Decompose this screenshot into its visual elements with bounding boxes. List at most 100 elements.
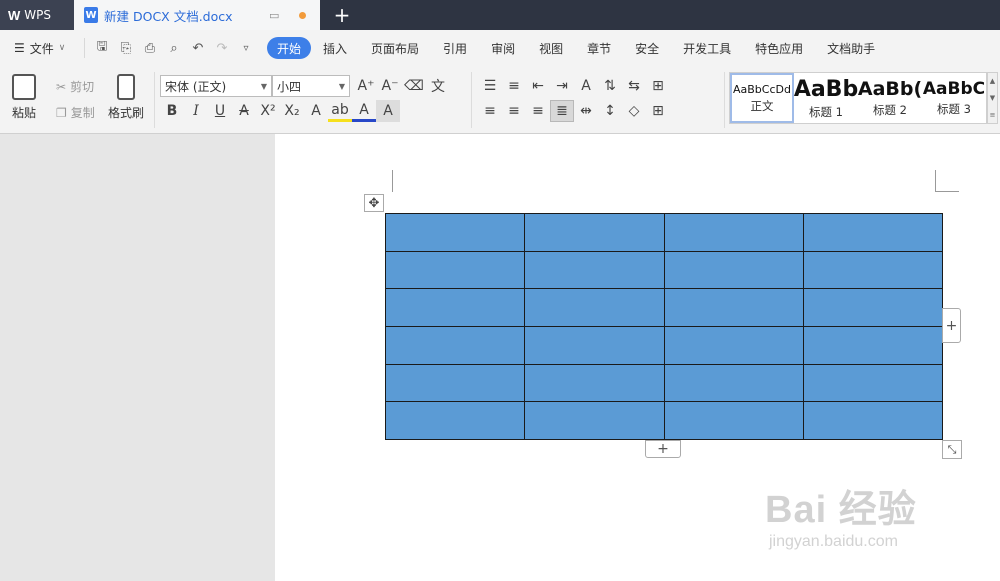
print-icon[interactable]: ⎙ xyxy=(141,41,159,56)
phonetic-guide-icon[interactable]: 文 xyxy=(426,75,450,97)
borders-icon[interactable]: ⊞ xyxy=(646,100,670,122)
table-cell[interactable] xyxy=(524,288,665,327)
line-spacing-icon[interactable]: ↕ xyxy=(598,100,622,122)
save-icon[interactable]: 🖫 xyxy=(93,37,111,59)
align-left-icon[interactable]: ≡ xyxy=(478,100,502,122)
new-tab-button[interactable]: + xyxy=(320,0,364,30)
table-cell[interactable] xyxy=(384,363,526,403)
tab-view[interactable]: 视图 xyxy=(527,37,575,59)
table-cell[interactable] xyxy=(663,401,804,440)
redo-icon[interactable]: ↷ xyxy=(213,41,231,56)
table-cell[interactable] xyxy=(663,363,804,403)
table-cell[interactable] xyxy=(663,288,804,327)
table-row xyxy=(384,363,944,403)
table-cell[interactable] xyxy=(524,363,665,403)
subscript-icon[interactable]: X₂ xyxy=(280,100,304,122)
align-center-icon[interactable]: ≡ xyxy=(502,100,526,122)
table-cell[interactable] xyxy=(663,213,804,252)
add-row-button[interactable]: + xyxy=(645,440,681,458)
style-heading-3[interactable]: AaBbC 标题 3 xyxy=(922,73,986,123)
underline-icon[interactable]: U xyxy=(208,100,232,122)
style-heading-1[interactable]: AaBb 标题 1 xyxy=(794,73,858,123)
tab-special-features[interactable]: 特色应用 xyxy=(743,37,815,59)
bullet-list-icon[interactable]: ☰ xyxy=(478,75,502,97)
table-resize-icon[interactable]: ⤡ xyxy=(942,440,962,459)
table-cell[interactable] xyxy=(802,250,944,290)
style-label: 标题 3 xyxy=(937,102,971,116)
font-color-icon[interactable]: A xyxy=(352,100,376,122)
table-cell[interactable] xyxy=(663,325,804,365)
document-tab[interactable]: W 新建 DOCX 文档.docx ▭ xyxy=(74,0,320,30)
table-cell[interactable] xyxy=(802,288,944,327)
sort-icon[interactable]: ⇅ xyxy=(598,75,622,97)
table-cell[interactable] xyxy=(663,250,804,290)
shading-icon[interactable]: ◇ xyxy=(622,100,646,122)
tab-references[interactable]: 引用 xyxy=(431,37,479,59)
tab-insert[interactable]: 插入 xyxy=(311,37,359,59)
grow-font-icon[interactable]: A⁺ xyxy=(354,75,378,97)
table-cell[interactable] xyxy=(524,325,665,365)
increase-indent-icon[interactable]: ⇥ xyxy=(550,75,574,97)
tab-security[interactable]: 安全 xyxy=(623,37,671,59)
styles-scroll[interactable]: ▲ ▼ ≡ xyxy=(987,72,998,124)
font-size-select[interactable]: 小四 ▼ xyxy=(272,75,350,97)
cut-button[interactable]: ✂ 剪切 xyxy=(56,78,94,95)
table-cell[interactable] xyxy=(802,213,944,252)
char-shading-icon[interactable]: A xyxy=(376,100,400,122)
justify-icon[interactable]: ≣ xyxy=(550,100,574,122)
strikethrough-icon[interactable]: A xyxy=(232,100,256,122)
table-cell[interactable] xyxy=(524,213,665,252)
decrease-indent-icon[interactable]: ⇤ xyxy=(526,75,550,97)
chevron-up-icon[interactable]: ▲ xyxy=(990,77,995,85)
more-icon[interactable]: ≡ xyxy=(990,111,996,119)
table-cell[interactable] xyxy=(802,401,944,440)
undo-icon[interactable]: ↶ xyxy=(189,41,207,56)
writer-doc-icon: W xyxy=(84,7,98,23)
table-row xyxy=(384,288,944,327)
tab-home[interactable]: 开始 xyxy=(267,37,312,59)
table-cell[interactable] xyxy=(384,213,526,252)
table-cell[interactable] xyxy=(384,401,526,440)
format-painter-button[interactable]: 格式刷 xyxy=(108,74,144,121)
add-column-button[interactable]: + xyxy=(942,308,961,343)
highlight-icon[interactable]: ab xyxy=(328,100,352,122)
table-cell[interactable] xyxy=(802,325,944,365)
superscript-icon[interactable]: X² xyxy=(256,100,280,122)
copy-button[interactable]: ❐ 复制 xyxy=(56,104,95,121)
italic-icon[interactable]: I xyxy=(184,100,208,122)
chinese-layout-icon[interactable]: A xyxy=(574,75,598,97)
clear-format-icon[interactable]: ⌫ xyxy=(402,75,426,97)
tab-doc-assistant[interactable]: 文档助手 xyxy=(815,37,887,59)
table-cell[interactable] xyxy=(384,288,526,327)
table-cell[interactable] xyxy=(384,325,526,365)
shrink-font-icon[interactable]: A⁻ xyxy=(378,75,402,97)
tab-page-layout[interactable]: 页面布局 xyxy=(359,37,431,59)
bold-icon[interactable]: B xyxy=(160,100,184,122)
tab-review[interactable]: 审阅 xyxy=(479,37,527,59)
file-menu-button[interactable]: ☰ 文件 ∨ xyxy=(0,40,84,57)
wps-home-tab[interactable]: W WPS xyxy=(0,0,74,30)
style-heading-2[interactable]: AaBb( 标题 2 xyxy=(858,73,922,123)
customize-toolbar-icon[interactable]: ▿ xyxy=(237,43,255,54)
export-pdf-icon[interactable]: ⎘ xyxy=(117,41,135,56)
print-preview-icon[interactable]: ⌕ xyxy=(165,41,183,56)
table-cell[interactable] xyxy=(384,250,526,290)
style-normal[interactable]: AaBbCcDd 正文 xyxy=(730,73,794,123)
borders-layout-icon[interactable]: ⊞ xyxy=(646,75,670,97)
table-cell[interactable] xyxy=(524,250,665,290)
text-effect-icon[interactable]: A xyxy=(304,100,328,122)
tab-developer[interactable]: 开发工具 xyxy=(671,37,743,59)
paste-button[interactable]: 粘贴 xyxy=(12,74,36,121)
distributed-icon[interactable]: ⇹ xyxy=(574,100,598,122)
table-cell[interactable] xyxy=(802,363,944,403)
monitor-icon[interactable]: ▭ xyxy=(269,9,283,22)
tab-section[interactable]: 章节 xyxy=(575,37,623,59)
table-move-handle-icon[interactable]: ✥ xyxy=(364,194,384,212)
align-right-icon[interactable]: ≡ xyxy=(526,100,550,122)
show-marks-icon[interactable]: ⇆ xyxy=(622,75,646,97)
blue-table[interactable] xyxy=(384,213,944,440)
table-cell[interactable] xyxy=(524,401,665,440)
numbered-list-icon[interactable]: ≡ xyxy=(502,75,526,97)
chevron-down-icon[interactable]: ▼ xyxy=(990,94,995,102)
font-name-select[interactable]: 宋体 (正文) ▼ xyxy=(160,75,272,97)
